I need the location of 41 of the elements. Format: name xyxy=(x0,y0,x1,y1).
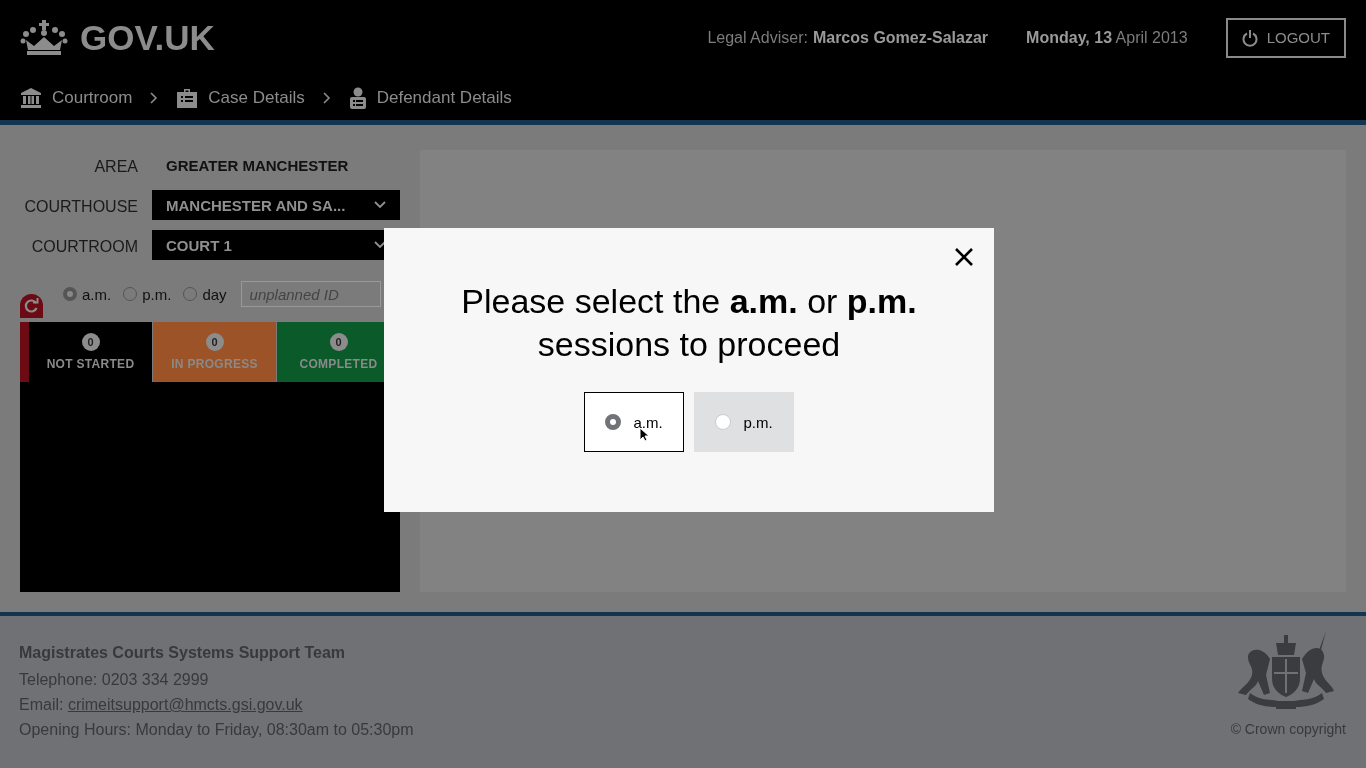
copyright-text: © Crown copyright xyxy=(1230,721,1346,737)
breadcrumb-link[interactable]: Defendant Details xyxy=(376,87,512,108)
cursor-icon xyxy=(639,427,649,442)
field-label: AREA xyxy=(93,158,139,176)
field-label: COURTROOM xyxy=(30,238,139,256)
telephone-text: Telephone: 0203 334 2999 xyxy=(19,671,210,689)
chevron-right-icon xyxy=(322,91,331,104)
team-name: Magistrates Courts Systems Support Team xyxy=(19,644,346,662)
status-tab[interactable]: 0 NOT STARTED xyxy=(20,322,152,382)
session-option[interactable]: p.m. xyxy=(694,392,794,452)
email-label: Email: xyxy=(19,696,64,713)
select-dropdown[interactable]: MANCHESTER AND SA... xyxy=(152,190,400,220)
close-icon[interactable] xyxy=(954,247,974,267)
opening-hours-text: Opening Hours: Monday to Friday, 08:30am to 05:30pm xyxy=(19,721,414,739)
session-radio[interactable]: p.m. xyxy=(123,285,172,303)
count-badge: 0 xyxy=(329,333,348,351)
power-icon xyxy=(1241,28,1258,47)
site-logo-text[interactable]: GOV.UK xyxy=(80,17,215,58)
field-label: COURTHOUSE xyxy=(23,198,139,216)
chevron-down-icon xyxy=(374,201,386,209)
courthouse-icon xyxy=(20,86,42,109)
count-badge: 0 xyxy=(205,333,224,351)
person-badge-icon xyxy=(348,86,367,109)
briefcase-icon xyxy=(176,86,199,109)
breadcrumb-link[interactable]: Courtroom xyxy=(52,87,133,108)
crown-icon xyxy=(20,19,68,56)
refresh-icon[interactable] xyxy=(20,294,43,318)
count-badge: 0 xyxy=(81,333,100,351)
session-radio[interactable]: a.m. xyxy=(63,285,112,303)
session-radio[interactable]: day xyxy=(183,285,227,303)
modal-message: Please select the a.m. or p.m. sessions to proceed xyxy=(460,281,918,365)
chevron-right-icon xyxy=(150,91,159,104)
area-value: GREATER MANCHESTER xyxy=(165,156,349,174)
session-option[interactable]: a.m. xyxy=(584,392,684,452)
chevron-down-icon xyxy=(374,241,386,249)
status-tab[interactable]: 0 IN PROGRESS xyxy=(153,322,276,382)
adviser-label: Legal Adviser: xyxy=(707,28,808,47)
date-text: Monday, 13 April 2013 xyxy=(1026,28,1188,47)
adviser-name: Marcos Gomez-Salazar xyxy=(812,28,989,47)
breadcrumb-link[interactable]: Case Details xyxy=(208,87,305,108)
logout-button[interactable]: LOGOUT xyxy=(1225,17,1346,58)
